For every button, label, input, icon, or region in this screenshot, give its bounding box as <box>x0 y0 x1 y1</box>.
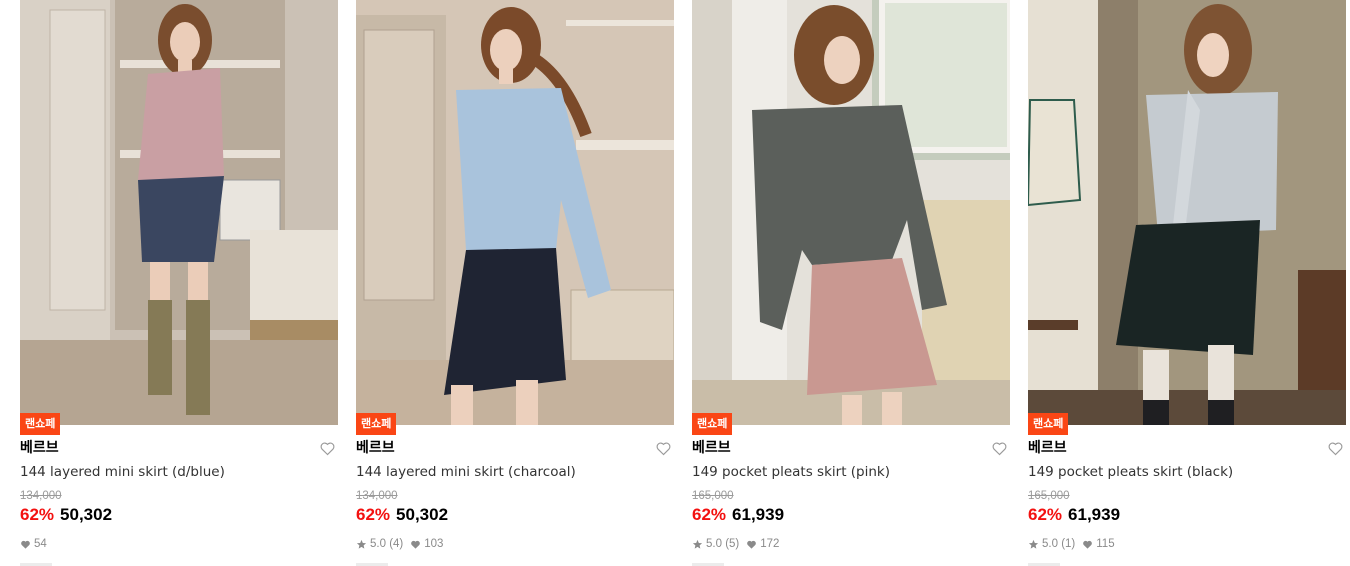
star-icon <box>356 539 367 549</box>
product-stats: 5.0 (5) 172 <box>692 536 786 552</box>
product-photo <box>1028 0 1346 425</box>
review-count: (1) <box>1061 538 1076 550</box>
product-photo <box>356 0 674 425</box>
rating: 5.0 (1) <box>1028 538 1075 550</box>
product-stats: 5.0 (4) 103 <box>356 536 450 552</box>
like-count: 103 <box>424 538 444 550</box>
price-row: 62% 50,302 <box>356 505 448 527</box>
product-image[interactable] <box>1028 0 1346 425</box>
product-card[interactable]: 랜쇼페 베르브 144 layered mini skirt (d/blue) … <box>20 0 338 566</box>
product-card[interactable]: 랜쇼페 베르브 149 pocket pleats skirt (black) … <box>1028 0 1346 566</box>
brand-name[interactable]: 베르브 <box>1028 439 1067 457</box>
promo-badge: 랜쇼페 <box>356 413 397 435</box>
likes: 54 <box>20 538 47 550</box>
like-count: 172 <box>760 538 780 550</box>
promo-badge: 랜쇼페 <box>1028 413 1069 435</box>
discount-rate: 62% <box>20 505 55 524</box>
product-card[interactable]: 랜쇼페 베르브 149 pocket pleats skirt (pink) 1… <box>692 0 1010 566</box>
discount-rate: 62% <box>356 505 391 524</box>
product-card[interactable]: 랜쇼페 베르브 144 layered mini skirt (charcoal… <box>356 0 674 566</box>
original-price: 165,000 <box>692 490 734 502</box>
heart-outline-icon[interactable] <box>655 440 672 457</box>
original-price: 134,000 <box>356 490 398 502</box>
product-photo <box>692 0 1010 425</box>
product-name[interactable]: 144 layered mini skirt (d/blue) <box>20 463 225 481</box>
product-name[interactable]: 144 layered mini skirt (charcoal) <box>356 463 576 481</box>
rating-score: 5.0 <box>370 538 386 550</box>
likes: 172 <box>746 538 779 550</box>
review-count: (5) <box>725 538 740 550</box>
discount-rate: 62% <box>1028 505 1063 524</box>
brand-name[interactable]: 베르브 <box>356 439 395 457</box>
rating: 5.0 (4) <box>356 538 403 550</box>
rating: 5.0 (5) <box>692 538 739 550</box>
review-count: (4) <box>389 538 404 550</box>
rating-score: 5.0 <box>706 538 722 550</box>
heart-outline-icon[interactable] <box>319 440 336 457</box>
star-icon <box>692 539 703 549</box>
star-icon <box>1028 539 1039 549</box>
product-image[interactable] <box>356 0 674 425</box>
sale-price: 61,939 <box>732 505 785 524</box>
original-price: 134,000 <box>20 490 62 502</box>
product-image[interactable] <box>20 0 338 425</box>
heart-outline-icon[interactable] <box>1327 440 1344 457</box>
price-row: 62% 50,302 <box>20 505 112 527</box>
likes: 115 <box>1082 538 1115 550</box>
promo-badge: 랜쇼페 <box>692 413 733 435</box>
product-name[interactable]: 149 pocket pleats skirt (pink) <box>692 463 890 481</box>
brand-name[interactable]: 베르브 <box>692 439 731 457</box>
heart-filled-icon <box>747 540 757 549</box>
sale-price: 61,939 <box>1068 505 1121 524</box>
price-row: 62% 61,939 <box>1028 505 1120 527</box>
heart-outline-icon[interactable] <box>991 440 1008 457</box>
sale-price: 50,302 <box>396 505 449 524</box>
brand-name[interactable]: 베르브 <box>20 439 59 457</box>
product-stats: 5.0 (1) 115 <box>1028 536 1122 552</box>
heart-filled-icon <box>1083 540 1093 549</box>
like-count: 115 <box>1096 538 1115 550</box>
original-price: 165,000 <box>1028 490 1070 502</box>
heart-filled-icon <box>411 540 421 549</box>
like-count: 54 <box>34 538 47 550</box>
product-photo <box>20 0 338 425</box>
heart-filled-icon <box>21 540 30 549</box>
rating-score: 5.0 <box>1042 538 1058 550</box>
discount-rate: 62% <box>692 505 727 524</box>
likes: 103 <box>410 538 443 550</box>
product-stats: 54 <box>20 536 54 552</box>
sale-price: 50,302 <box>60 505 113 524</box>
product-image[interactable] <box>692 0 1010 425</box>
product-grid: 랜쇼페 베르브 144 layered mini skirt (d/blue) … <box>20 0 1346 566</box>
price-row: 62% 61,939 <box>692 505 784 527</box>
promo-badge: 랜쇼페 <box>20 413 61 435</box>
product-name[interactable]: 149 pocket pleats skirt (black) <box>1028 463 1233 481</box>
